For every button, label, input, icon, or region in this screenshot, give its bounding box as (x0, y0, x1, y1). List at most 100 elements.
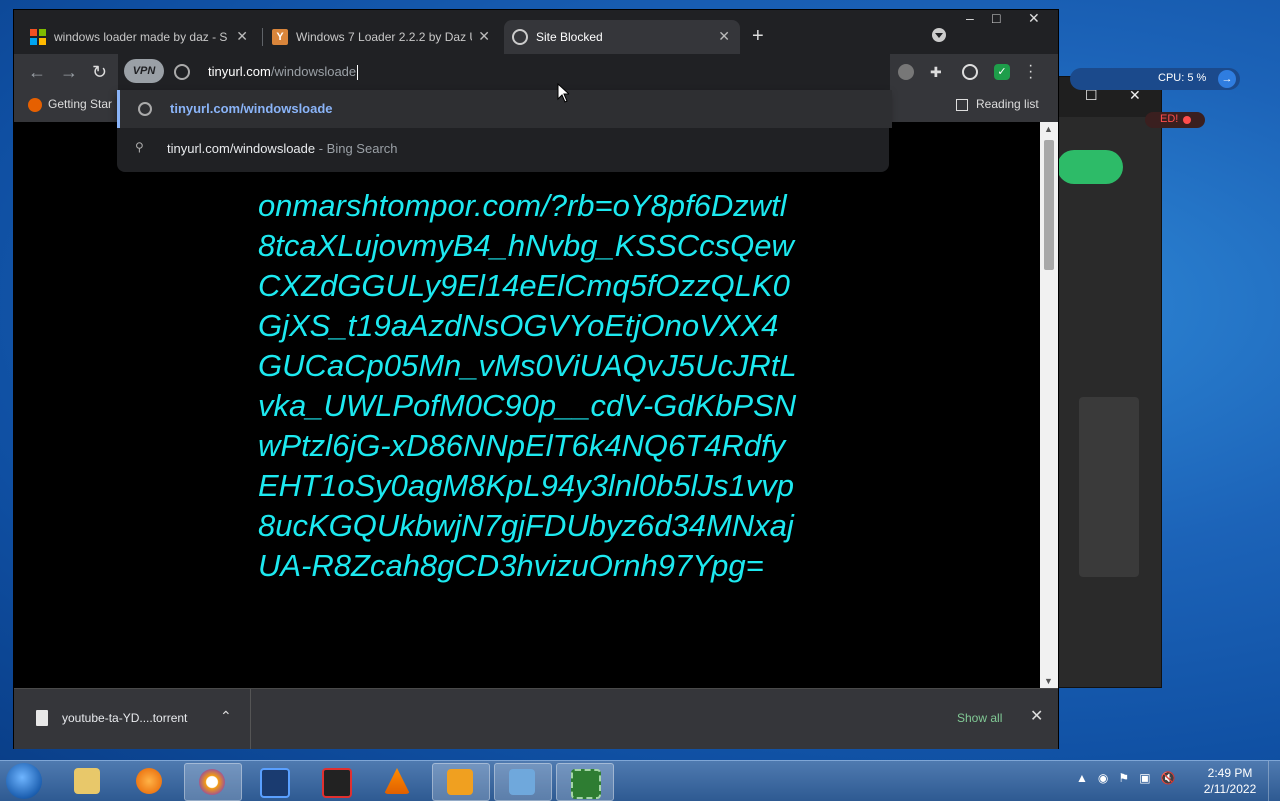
close-tab-icon[interactable]: ✕ (478, 28, 490, 45)
address-bar[interactable]: VPN tinyurl.com/windowsloade (118, 54, 890, 90)
browser-icon (199, 769, 225, 795)
network-tray-icon[interactable]: ▣ (1139, 771, 1150, 785)
d-app-icon (447, 769, 473, 795)
reading-list-label: Reading list (976, 97, 1039, 111)
cpu-usage-text: CPU: 5 % (1158, 72, 1207, 84)
status-badge-text: ED! (1160, 113, 1179, 125)
download-bar: youtube-ta-YD....torrent ⌃ Show all ✕ (14, 688, 1058, 749)
omnibox-suggestions: tinyurl.com/windowsloade ⚲ tinyurl.com/w… (117, 90, 892, 172)
suggestion-suffix: - Bing Search (315, 141, 398, 156)
bookmark-getting-started[interactable]: Getting Star (28, 97, 112, 112)
y-favicon-icon: Y (272, 29, 288, 45)
tab-windows7-loader[interactable]: Y Windows 7 Loader 2.2.2 by Daz U ✕ (264, 20, 500, 54)
tab-search-icon[interactable] (932, 28, 946, 42)
background-app-button[interactable] (1057, 150, 1123, 184)
clock-time: 2:49 PM (1207, 766, 1253, 780)
shield-icon (260, 768, 290, 798)
scrollbar-thumb[interactable] (1044, 140, 1054, 270)
blocked-url-text: onmarshtompor.com/?rb=oY8pf6Dzwtl8tcaXLu… (258, 188, 797, 583)
search-icon: ⚲ (135, 140, 144, 154)
flag-icon[interactable]: ⚑ (1118, 771, 1129, 785)
more-menu-icon[interactable]: · · · (1028, 58, 1033, 86)
taskbar-daz-app[interactable] (432, 763, 490, 801)
maximize-button[interactable]: □ (992, 10, 1000, 26)
tab-label: windows loader made by daz - S (54, 30, 228, 44)
app-tray-icon[interactable]: ◉ (1098, 771, 1108, 785)
reading-list-icon (956, 98, 968, 111)
minimize-button[interactable]: – (966, 10, 974, 26)
close-tab-icon[interactable]: ✕ (236, 28, 248, 45)
firefox-icon (28, 97, 42, 112)
globe-icon (138, 102, 152, 116)
url-input[interactable]: tinyurl.com/windowsloade (208, 64, 359, 81)
back-button[interactable]: ← (28, 62, 46, 83)
browser-window: windows loader made by daz - S ✕ Y Windo… (14, 10, 1058, 749)
background-app-window[interactable]: ☐ ✕ (1057, 76, 1162, 688)
forward-button[interactable]: → (60, 62, 78, 83)
toolbar: ← → ↻ VPN tinyurl.com/windowsloade ✚ ✓ ·… (14, 54, 1058, 90)
file-icon (36, 710, 48, 726)
extensions-puzzle-icon[interactable]: ✚ (930, 64, 946, 80)
scroll-up-icon[interactable]: ▲ (1044, 124, 1053, 134)
tab-divider (262, 28, 263, 46)
page-content: onmarshtompor.com/?rb=oY8pf6Dzwtl8tcaXLu… (14, 122, 1040, 688)
chevron-up-icon[interactable]: ⌃ (220, 708, 232, 725)
tab-strip: windows loader made by daz - S ✕ Y Windo… (14, 10, 1058, 54)
taskbar-network-app[interactable] (494, 763, 552, 801)
taskbar-explorer[interactable] (60, 763, 116, 799)
cpu-monitor-widget[interactable]: CPU: 5 % → (1070, 68, 1240, 90)
start-button[interactable] (6, 763, 42, 799)
reading-list-button[interactable]: Reading list (956, 97, 1039, 111)
show-desktop-button[interactable] (1268, 761, 1280, 801)
microsoft-logo-icon (30, 29, 46, 45)
suggestion-text: tinyurl.com/windowsloade (170, 101, 333, 116)
grid-icon (571, 769, 601, 799)
vertical-scrollbar[interactable]: ▲ ▼ (1040, 122, 1058, 688)
url-host: tinyurl.com (208, 64, 271, 79)
close-window-button[interactable]: ✕ (1028, 10, 1040, 27)
scroll-down-icon[interactable]: ▼ (1044, 676, 1053, 686)
arrow-right-icon[interactable]: → (1218, 70, 1236, 88)
bookmark-label: Getting Star (48, 97, 113, 111)
taskbar-shield-app[interactable] (246, 763, 302, 799)
taskbar-grid-app[interactable] (556, 763, 614, 801)
vlc-cone-icon (384, 768, 410, 794)
tab-site-blocked[interactable]: Site Blocked ✕ (504, 20, 740, 54)
vpn-badge[interactable]: VPN (124, 59, 164, 83)
folder-icon (74, 768, 100, 794)
suggestion-text: tinyurl.com/windowsloade (167, 141, 316, 156)
profile-icon[interactable] (962, 64, 978, 80)
background-app-panel (1079, 397, 1139, 577)
taskbar-recorder[interactable] (308, 763, 364, 799)
taskbar-brave[interactable] (184, 763, 242, 801)
show-hidden-icons[interactable]: ▲ (1076, 771, 1088, 785)
volume-muted-icon[interactable]: 🔇 (1161, 771, 1176, 785)
taskbar-firefox[interactable] (122, 763, 178, 799)
status-badge: ED! (1145, 112, 1205, 128)
site-info-icon[interactable] (174, 64, 190, 80)
suggestion-search[interactable]: ⚲ tinyurl.com/windowsloade - Bing Search (117, 130, 889, 168)
system-tray: ▲ ◉ ⚑ ▣ 🔇 (1076, 771, 1176, 785)
reload-button[interactable]: ↻ (92, 62, 107, 83)
close-download-bar-icon[interactable]: ✕ (1030, 706, 1043, 726)
suggestion-url[interactable]: tinyurl.com/windowsloade (117, 90, 892, 128)
download-item[interactable]: youtube-ta-YD....torrent ⌃ (14, 689, 251, 749)
mouse-cursor-icon (557, 83, 569, 103)
clock[interactable]: 2:49 PM 2/11/2022 (1200, 765, 1260, 797)
tab-label: Windows 7 Loader 2.2.2 by Daz U (296, 30, 472, 44)
extension-adblock-icon[interactable] (898, 64, 914, 80)
new-tab-button[interactable]: + (752, 25, 764, 48)
text-caret (357, 65, 359, 81)
record-dot-icon (1183, 116, 1191, 124)
firefox-icon (136, 768, 162, 794)
shield-check-icon[interactable]: ✓ (994, 64, 1010, 80)
tab-windows-loader[interactable]: windows loader made by daz - S ✕ (22, 20, 258, 54)
clock-date: 2/11/2022 (1203, 782, 1257, 796)
show-all-button[interactable]: Show all (957, 711, 1002, 725)
taskbar-vlc[interactable] (370, 763, 426, 799)
download-filename: youtube-ta-YD....torrent (62, 711, 188, 725)
taskbar: ▲ ◉ ⚑ ▣ 🔇 2:49 PM 2/11/2022 (0, 760, 1280, 801)
url-path: /windowsloade (270, 64, 357, 79)
globe-icon (512, 29, 528, 45)
close-tab-icon[interactable]: ✕ (718, 28, 730, 45)
